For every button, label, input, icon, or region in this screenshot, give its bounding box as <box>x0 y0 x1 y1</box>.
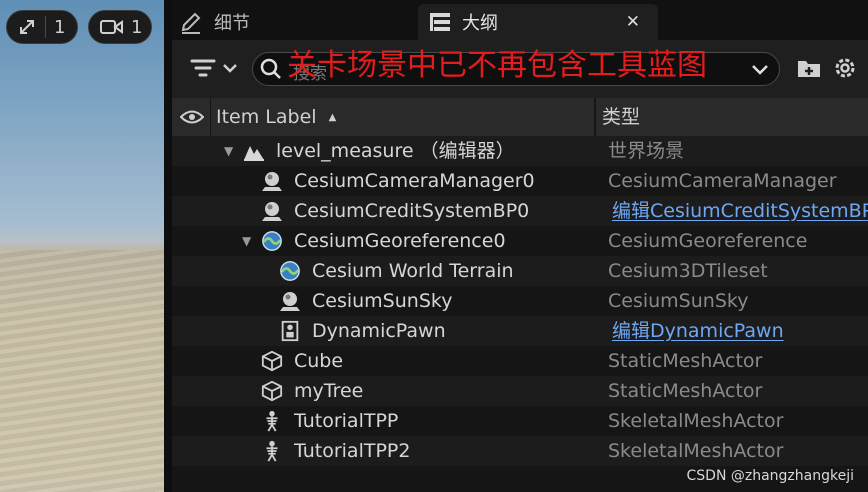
column-header-item-label-text: Item Label <box>216 106 317 128</box>
edit-blueprint-link[interactable]: 编辑DynamicPawn <box>612 316 784 346</box>
tree-row[interactable]: TutorialTPP2 SkeletalMeshActor <box>172 436 868 466</box>
tree-row-type: CesiumCameraManager <box>608 170 837 192</box>
tree-row-type: StaticMeshActor <box>608 380 763 402</box>
tree-row[interactable]: Cube StaticMeshActor <box>172 346 868 376</box>
column-header-type[interactable]: 类型 <box>602 98 640 136</box>
tree-row-label: DynamicPawn <box>312 320 446 342</box>
search-icon <box>260 58 281 79</box>
tab-outliner-title: 大纲 <box>462 13 498 34</box>
tree-row-label: myTree <box>294 380 364 402</box>
skeleton-icon <box>266 410 278 432</box>
outliner-tree: ▼ level_measure （编辑器） 世界场景 CesiumCameraM… <box>172 136 868 466</box>
tree-row[interactable]: Cesium World Terrain Cesium3DTileset <box>172 256 868 286</box>
add-folder-icon[interactable] <box>796 56 822 80</box>
expand-arrow-icon[interactable]: ▼ <box>224 136 233 166</box>
tree-row-type: 世界场景 <box>608 140 685 162</box>
search-input[interactable]: 搜索 关卡场景中已不再包含工具蓝图 <box>252 48 780 86</box>
viewport-scale-button[interactable]: 1 <box>6 10 78 44</box>
chevron-down-icon <box>223 64 237 73</box>
tree-row[interactable]: DynamicPawn 编辑DynamicPawn <box>172 316 868 346</box>
actor-sphere-icon <box>280 292 300 311</box>
edit-blueprint-link[interactable]: 编辑CesiumCreditSystemBP <box>612 196 868 226</box>
tree-row[interactable]: TutorialTPP SkeletalMeshActor <box>172 406 868 436</box>
expand-arrows-icon <box>20 20 34 34</box>
tab-details[interactable]: 细节 <box>178 4 378 40</box>
tree-row-type: Cesium3DTileset <box>608 260 768 282</box>
tree-row[interactable]: myTree StaticMeshActor <box>172 376 868 406</box>
cube-icon <box>261 380 283 402</box>
close-icon[interactable]: ✕ <box>626 12 640 32</box>
actor-sphere-icon <box>262 202 282 221</box>
outliner-icon <box>430 13 450 31</box>
viewport-camera-value: 1 <box>131 16 143 38</box>
actor-sphere-icon <box>262 172 282 191</box>
column-header-row: Item Label ▲ 类型 <box>172 98 868 136</box>
tree-row-label: TutorialTPP2 <box>294 440 411 462</box>
tab-details-label: 细节 <box>214 13 250 34</box>
eye-icon[interactable] <box>180 109 204 125</box>
cube-icon <box>261 350 283 372</box>
tree-row[interactable]: CesiumSunSky CesiumSunSky <box>172 286 868 316</box>
video-camera-icon <box>100 20 123 34</box>
tree-row-type: CesiumSunSky <box>608 290 749 312</box>
tree-row-type: SkeletalMeshActor <box>608 440 784 462</box>
watermark-text: CSDN @zhangzhangkeji <box>686 468 855 484</box>
tree-row[interactable]: ▼ level_measure （编辑器） 世界场景 <box>172 136 868 166</box>
outliner-toolbar: 搜索 关卡场景中已不再包含工具蓝图 <box>172 40 868 98</box>
gear-icon[interactable] <box>832 55 858 81</box>
tab-outliner[interactable]: 细节 大纲 ✕ <box>418 4 658 40</box>
tree-row-type: CesiumGeoreference <box>608 230 808 252</box>
globe-icon <box>280 261 300 281</box>
tree-row-label: CesiumSunSky <box>312 290 453 312</box>
tree-row-label: Cesium World Terrain <box>312 260 514 282</box>
tree-row-label: CesiumCameraManager0 <box>294 170 535 192</box>
filter-icon <box>190 59 216 77</box>
tree-row-type: SkeletalMeshActor <box>608 410 784 432</box>
level-viewport[interactable]: 1 1 <box>0 0 164 492</box>
pencil-icon <box>181 12 201 34</box>
panel-splitter[interactable] <box>164 0 172 492</box>
tree-row-type: StaticMeshActor <box>608 350 763 372</box>
pawn-icon <box>281 320 299 342</box>
skeleton-icon <box>266 440 278 462</box>
tree-row-label: level_measure （编辑器） <box>276 140 515 162</box>
tree-row-label: CesiumGeoreference0 <box>294 230 506 252</box>
column-header-item-label[interactable]: Item Label ▲ <box>216 98 336 137</box>
filter-button[interactable] <box>190 56 238 80</box>
viewport-camera-button[interactable]: 1 <box>88 10 152 44</box>
tree-row-label: CesiumCreditSystemBP0 <box>294 200 530 222</box>
viewport-scale-value: 1 <box>54 16 66 38</box>
globe-icon <box>262 231 282 251</box>
tree-row-label: TutorialTPP <box>294 410 399 432</box>
expand-arrow-icon[interactable]: ▼ <box>242 226 251 256</box>
tree-row[interactable]: CesiumCameraManager0 CesiumCameraManager <box>172 166 868 196</box>
chevron-down-icon[interactable] <box>751 60 769 78</box>
sort-ascending-icon: ▲ <box>328 112 337 123</box>
level-icon <box>244 146 264 161</box>
tree-row[interactable]: CesiumCreditSystemBP0 编辑CesiumCreditSyst… <box>172 196 868 226</box>
tab-bar: 细节 细节 大纲 ✕ <box>172 0 868 40</box>
tree-row-label: Cube <box>294 350 344 372</box>
tree-row[interactable]: ▼ CesiumGeoreference0 CesiumGeoreference <box>172 226 868 256</box>
annotation-overlay-text: 关卡场景中已不再包含工具蓝图 <box>287 48 707 83</box>
